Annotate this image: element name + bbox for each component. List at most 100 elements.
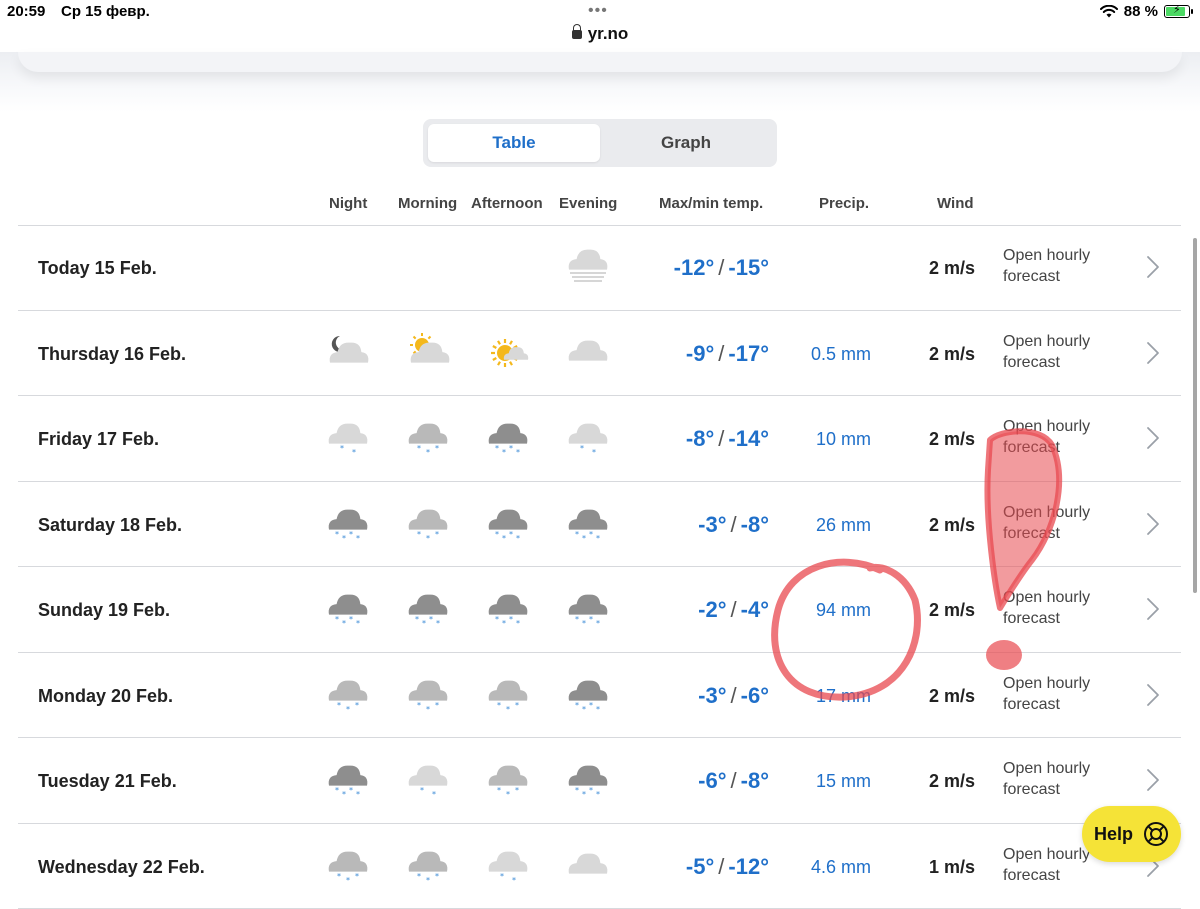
min-temp: -12° xyxy=(728,854,769,879)
svg-text:*: * xyxy=(516,534,520,543)
col-afternoon: Afternoon xyxy=(471,195,543,212)
weather-symbol xyxy=(326,331,370,375)
chevron-right-icon[interactable] xyxy=(1140,512,1164,536)
scrollbar[interactable] xyxy=(1193,238,1197,593)
chevron-right-icon[interactable] xyxy=(1140,597,1164,621)
snow-icon: *** xyxy=(486,758,530,802)
svg-text:*: * xyxy=(589,786,593,795)
svg-text:*: * xyxy=(582,790,586,799)
weather-symbol: *** xyxy=(406,416,450,460)
svg-text:*: * xyxy=(582,534,586,543)
open-hourly-forecast-link[interactable]: Open hourly forecast xyxy=(1003,416,1113,458)
max-temp: -5° xyxy=(686,854,714,879)
chevron-right-icon[interactable] xyxy=(1140,255,1164,279)
day-label: Tuesday 21 Feb. xyxy=(38,771,177,792)
temperature-range: -12°/-15° xyxy=(674,255,769,281)
open-hourly-forecast-link[interactable]: Open hourly forecast xyxy=(1003,673,1113,715)
chevron-right-icon[interactable] xyxy=(1140,341,1164,365)
day-label: Wednesday 22 Feb. xyxy=(38,857,205,878)
temperature-range: -9°/-17° xyxy=(686,341,769,367)
open-hourly-forecast-link[interactable]: Open hourly forecast xyxy=(1003,245,1113,287)
weather-symbol: ** xyxy=(566,416,610,460)
tab-table[interactable]: Table xyxy=(428,124,600,162)
weather-symbol: *** xyxy=(486,673,530,717)
forecast-row[interactable]: Thursday 16 Feb.-9°/-17°0.5 mm2 m/sOpen … xyxy=(18,311,1181,397)
weather-symbol: ** xyxy=(326,416,370,460)
svg-text:*: * xyxy=(429,615,433,624)
forecast-row[interactable]: Sunday 19 Feb.****************-2°/-4°94 … xyxy=(18,567,1181,653)
wind-speed: 2 m/s xyxy=(929,771,975,792)
svg-text:*: * xyxy=(426,876,430,885)
weather-symbol: *** xyxy=(326,844,370,888)
wind-speed: 2 m/s xyxy=(929,515,975,536)
max-temp: -12° xyxy=(674,255,715,280)
help-button[interactable]: Help xyxy=(1082,806,1181,862)
temp-separator: / xyxy=(731,512,737,537)
lock-icon xyxy=(572,30,582,39)
light-snow-icon: ** xyxy=(406,758,450,802)
weather-symbol xyxy=(486,331,530,375)
svg-text:*: * xyxy=(512,876,516,885)
chevron-right-icon[interactable] xyxy=(1140,683,1164,707)
svg-text:*: * xyxy=(349,530,353,539)
col-evening: Evening xyxy=(559,195,617,212)
forecast-row[interactable]: Friday 17 Feb.***********-8°/-14°10 mm2 … xyxy=(18,396,1181,482)
light-snow-icon: ** xyxy=(326,416,370,460)
col-wind: Wind xyxy=(937,195,974,212)
forecast-row[interactable]: Today 15 Feb.-12°/-15°2 m/sOpen hourly f… xyxy=(18,225,1181,311)
svg-text:*: * xyxy=(500,872,504,881)
weather-symbol: *** xyxy=(326,673,370,717)
temperature-range: -3°/-8° xyxy=(698,512,769,538)
min-temp: -4° xyxy=(741,597,769,622)
heavy-snow-icon: **** xyxy=(566,587,610,631)
svg-text:*: * xyxy=(502,619,506,628)
chevron-right-icon[interactable] xyxy=(1140,768,1164,792)
open-hourly-forecast-link[interactable]: Open hourly forecast xyxy=(1003,331,1113,373)
weather-symbol: ** xyxy=(486,844,530,888)
snow-icon: *** xyxy=(406,844,450,888)
min-temp: -8° xyxy=(741,768,769,793)
night-cloud-icon xyxy=(326,331,370,375)
forecast-row[interactable]: Tuesday 21 Feb.*************-6°/-8°15 mm… xyxy=(18,738,1181,824)
wind-speed: 2 m/s xyxy=(929,344,975,365)
svg-text:*: * xyxy=(575,786,579,795)
wind-speed: 2 m/s xyxy=(929,429,975,450)
heavy-snow-icon: **** xyxy=(566,758,610,802)
svg-text:*: * xyxy=(580,444,584,453)
svg-text:*: * xyxy=(515,786,519,795)
precipitation: 10 mm xyxy=(816,429,871,450)
multitasking-dots-icon[interactable]: ••• xyxy=(588,2,608,20)
lifebuoy-icon xyxy=(1143,821,1169,847)
weather-symbol: *** xyxy=(406,502,450,546)
forecast-row[interactable]: Monday 20 Feb.*************-3°/-6°17 mm2… xyxy=(18,653,1181,739)
sun-cloud-icon xyxy=(486,331,530,375)
day-label: Thursday 16 Feb. xyxy=(38,344,186,365)
cloud-icon xyxy=(566,331,610,375)
svg-text:*: * xyxy=(502,534,506,543)
chevron-right-icon[interactable] xyxy=(1140,426,1164,450)
snow-icon: *** xyxy=(406,416,450,460)
temperature-range: -8°/-14° xyxy=(686,426,769,452)
temp-separator: / xyxy=(718,854,724,879)
svg-text:*: * xyxy=(342,790,346,799)
weather-symbol: **** xyxy=(406,587,450,631)
open-hourly-forecast-link[interactable]: Open hourly forecast xyxy=(1003,502,1113,544)
open-hourly-forecast-link[interactable]: Open hourly forecast xyxy=(1003,758,1113,800)
svg-text:*: * xyxy=(356,534,360,543)
weather-symbol xyxy=(566,331,610,375)
svg-text:*: * xyxy=(495,444,499,453)
col-temp: Max/min temp. xyxy=(659,195,763,212)
tab-graph[interactable]: Graph xyxy=(600,124,772,162)
battery-percent: 88 % xyxy=(1124,3,1158,20)
view-toggle: Table Graph xyxy=(423,119,777,167)
svg-text:*: * xyxy=(575,530,579,539)
svg-text:*: * xyxy=(495,530,499,539)
precipitation: 26 mm xyxy=(816,515,871,536)
weather-symbol: ** xyxy=(406,758,450,802)
light-snow-icon: ** xyxy=(486,844,530,888)
open-hourly-forecast-link[interactable]: Open hourly forecast xyxy=(1003,587,1113,629)
forecast-row[interactable]: Wednesday 22 Feb.********-5°/-12°4.6 mm1… xyxy=(18,824,1181,909)
forecast-row[interactable]: Saturday 18 Feb.***************-3°/-8°26… xyxy=(18,482,1181,568)
address-bar[interactable]: yr.no xyxy=(0,24,1200,52)
status-time: 20:59 xyxy=(7,3,45,20)
